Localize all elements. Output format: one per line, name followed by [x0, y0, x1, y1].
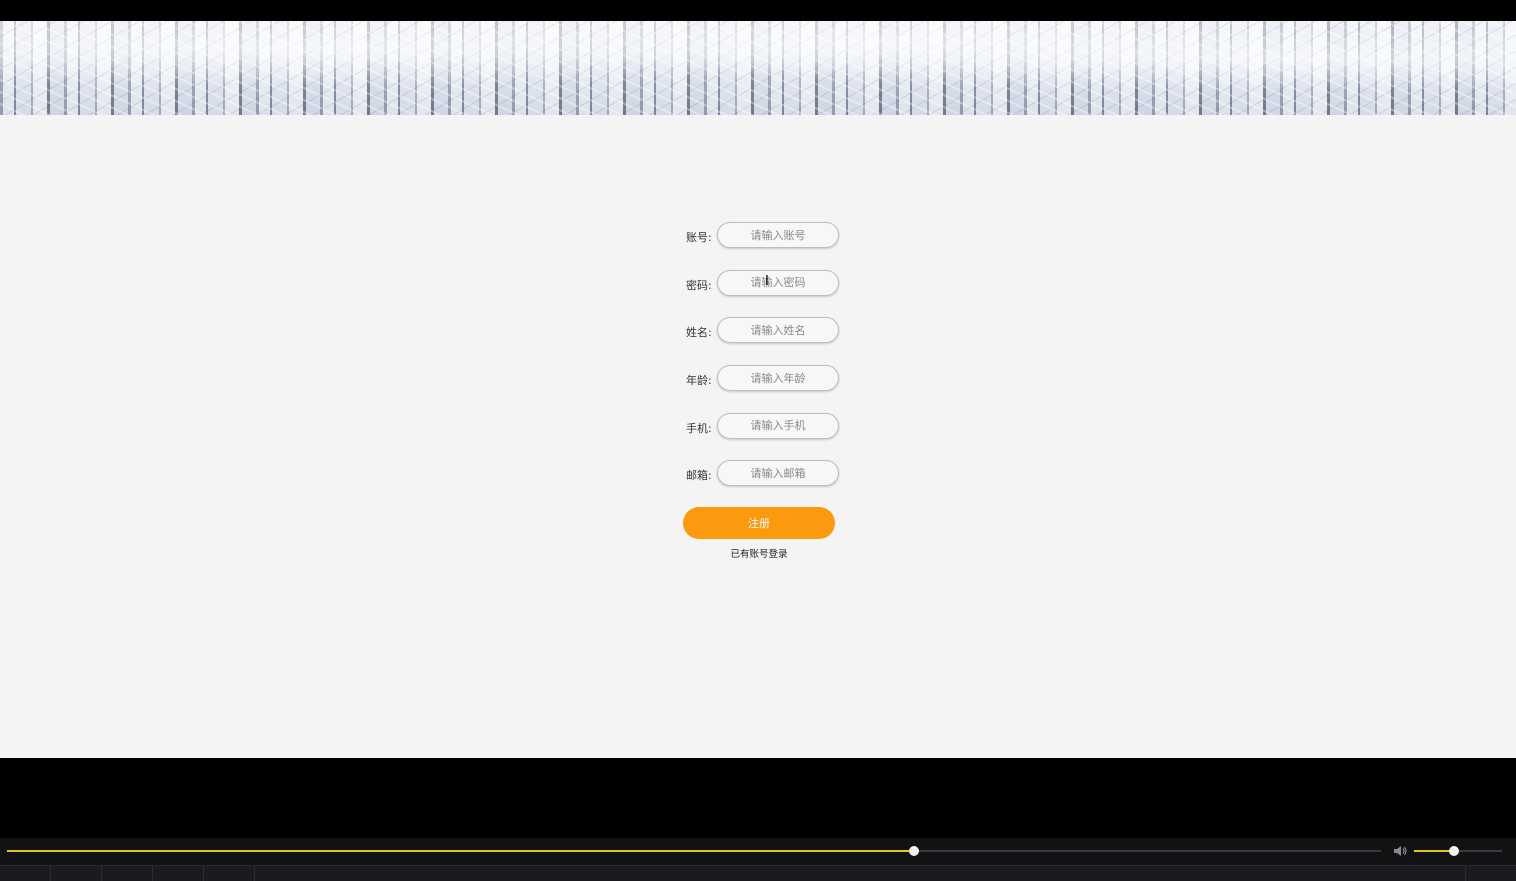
account-row: 账号:: [683, 222, 843, 250]
name-row: 姓名:: [683, 317, 843, 345]
taskbar-divider: [1465, 866, 1466, 881]
register-button[interactable]: 注册: [683, 507, 835, 539]
taskbar-slot[interactable]: [102, 866, 153, 881]
phone-input[interactable]: [717, 412, 839, 439]
login-link[interactable]: 已有账号登录: [683, 546, 835, 560]
volume-slider[interactable]: [1414, 846, 1502, 856]
age-label: 年龄:: [686, 374, 712, 388]
volume-icon[interactable]: [1392, 843, 1408, 859]
name-input[interactable]: [717, 317, 839, 344]
volume-fill: [1414, 850, 1454, 852]
taskbar-slot[interactable]: [204, 866, 255, 881]
account-input[interactable]: [717, 222, 839, 248]
phone-label: 手机:: [686, 421, 712, 435]
password-label: 密码:: [686, 278, 712, 292]
account-label: 账号:: [686, 231, 712, 244]
email-input[interactable]: [717, 460, 839, 487]
seek-bar-fill: [7, 850, 914, 852]
age-input[interactable]: [717, 365, 839, 392]
registration-form: 账号: 密码: 姓名: 年龄: 手机: 邮箱:: [683, 222, 843, 508]
name-label: 姓名:: [686, 326, 712, 340]
seek-bar[interactable]: [7, 846, 1381, 856]
taskbar-slot[interactable]: [0, 866, 51, 881]
password-input[interactable]: [717, 269, 839, 296]
email-label: 邮箱:: [686, 469, 712, 483]
banner-texture: [0, 21, 1516, 115]
taskbar: [0, 865, 1516, 881]
email-row: 邮箱:: [683, 460, 843, 488]
age-row: 年龄:: [683, 365, 843, 393]
seek-handle[interactable]: [908, 846, 919, 856]
text-cursor-icon: I: [765, 274, 769, 289]
snowy-forest-banner: [0, 21, 1516, 115]
phone-row: 手机:: [683, 412, 843, 441]
player-controls: [0, 838, 1516, 881]
taskbar-slot[interactable]: [51, 866, 102, 881]
taskbar-slot[interactable]: [153, 866, 204, 881]
password-row: 密码:: [683, 269, 843, 298]
volume-handle[interactable]: [1448, 846, 1459, 856]
video-frame: 账号: 密码: 姓名: 年龄: 手机: 邮箱: 注册 已有账号登录 I: [0, 0, 1516, 881]
